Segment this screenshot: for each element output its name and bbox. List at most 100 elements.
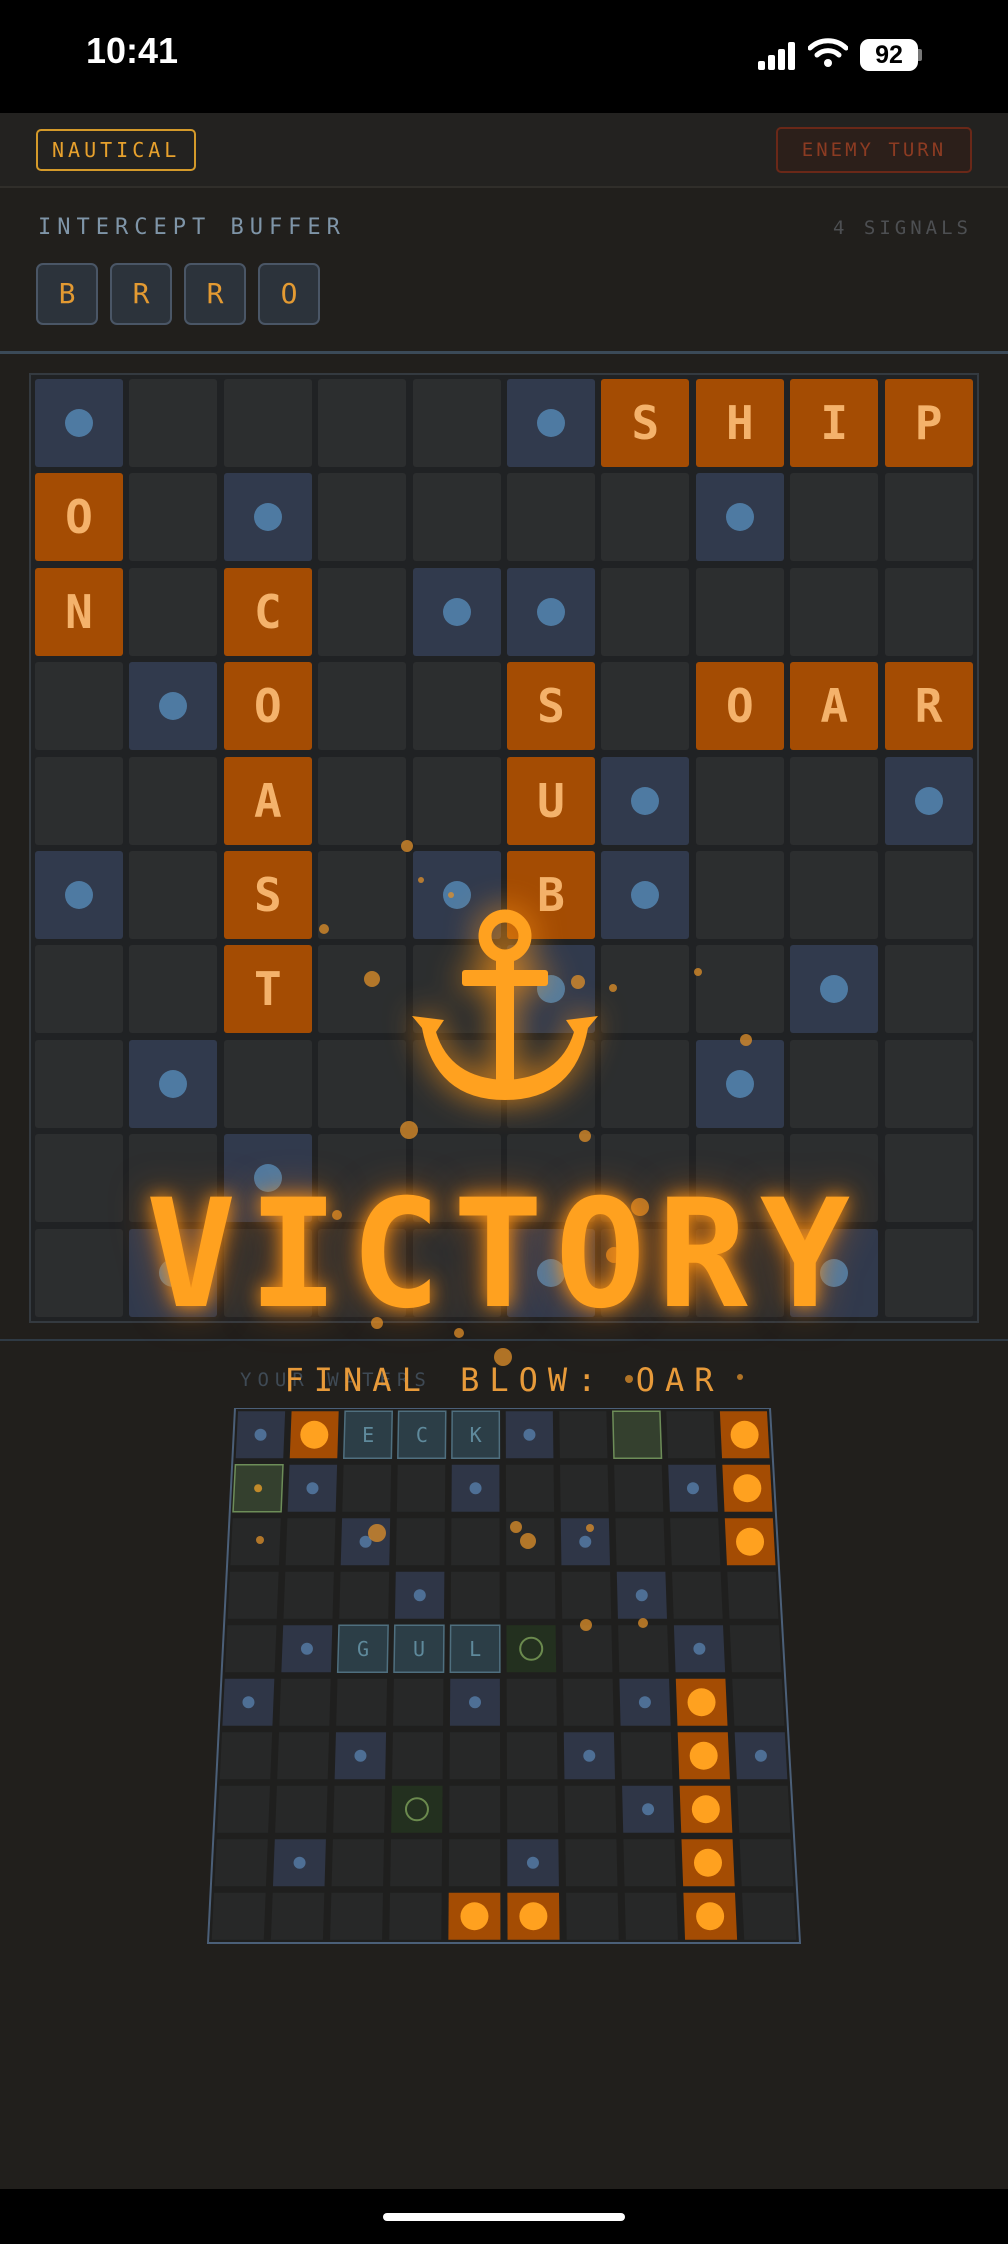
- miss-marker: [725, 1069, 754, 1098]
- board-cell-empty[interactable]: [790, 1039, 879, 1128]
- own-cell-empty: [506, 1518, 555, 1566]
- miss-marker: [631, 786, 660, 815]
- board-cell-hit[interactable]: I: [790, 379, 879, 467]
- board-cell-empty[interactable]: [884, 945, 973, 1034]
- board-cell-empty[interactable]: [318, 567, 407, 656]
- buffer-letter[interactable]: B: [36, 263, 98, 325]
- board-cell-empty[interactable]: [412, 756, 501, 845]
- board-cell-empty[interactable]: [412, 662, 501, 751]
- battery-icon: 92: [860, 39, 918, 71]
- board-cell-empty[interactable]: [601, 662, 690, 751]
- board-cell-empty[interactable]: [318, 662, 407, 751]
- board-cell-miss[interactable]: [601, 756, 690, 845]
- board-cell-miss[interactable]: [507, 567, 595, 656]
- board-cell-empty[interactable]: [35, 756, 123, 845]
- own-cell-empty: [270, 1892, 325, 1940]
- board-cell-hit[interactable]: O: [223, 662, 312, 751]
- board-cell-miss[interactable]: [507, 379, 595, 467]
- board-cell-empty[interactable]: [884, 567, 973, 656]
- board-cell-empty[interactable]: [129, 379, 218, 467]
- board-cell-empty[interactable]: [129, 473, 218, 562]
- board-cell-empty[interactable]: [318, 379, 407, 467]
- board-cell-empty[interactable]: [35, 662, 123, 751]
- board-cell-hit[interactable]: N: [35, 567, 123, 656]
- board-cell-miss[interactable]: [790, 945, 879, 1034]
- board-cell-hit[interactable]: O: [695, 662, 784, 751]
- board-cell-hit[interactable]: S: [601, 379, 690, 467]
- board-cell-miss[interactable]: [35, 851, 123, 939]
- miss-marker: [65, 409, 93, 437]
- board-cell-empty[interactable]: [884, 851, 973, 939]
- board-cell-empty[interactable]: [129, 567, 218, 656]
- miss-marker: [469, 1482, 482, 1495]
- board-cell-empty[interactable]: [790, 851, 879, 939]
- board-cell-empty[interactable]: [884, 473, 973, 562]
- board-cell-empty[interactable]: [695, 945, 784, 1034]
- hit-marker: [696, 1902, 725, 1931]
- board-cell-empty[interactable]: [790, 473, 879, 562]
- own-cell-empty: [620, 1732, 673, 1780]
- miss-marker: [686, 1482, 699, 1495]
- own-cell-empty: [737, 1785, 791, 1833]
- miss-marker: [693, 1642, 706, 1655]
- board-cell-empty[interactable]: [695, 851, 784, 939]
- buffer-letter[interactable]: R: [184, 263, 246, 325]
- board-cell-hit[interactable]: C: [223, 567, 312, 656]
- final-blow-text: FINAL BLOW: OAR: [284, 1361, 724, 1399]
- board-cell-miss[interactable]: [412, 567, 501, 656]
- board-cell-hit[interactable]: S: [507, 662, 595, 751]
- board-cell-empty[interactable]: [129, 945, 218, 1034]
- board-cell-hit[interactable]: T: [223, 945, 312, 1034]
- board-cell-hit[interactable]: S: [223, 851, 312, 939]
- board-cell-miss[interactable]: [884, 756, 973, 845]
- own-cell-empty: [448, 1839, 501, 1887]
- board-cell-miss[interactable]: [223, 473, 312, 562]
- board-cell-miss[interactable]: [695, 1039, 784, 1128]
- board-cell-hit[interactable]: P: [884, 379, 973, 467]
- miss-marker: [242, 1696, 255, 1709]
- board-cell-hit[interactable]: A: [790, 662, 879, 751]
- board-cell-hit[interactable]: A: [223, 756, 312, 845]
- board-cell-miss[interactable]: [601, 851, 690, 939]
- own-cell-empty: [230, 1518, 281, 1566]
- board-cell-empty[interactable]: [129, 851, 218, 939]
- board-cell-empty[interactable]: [318, 1039, 407, 1128]
- board-cell-hit[interactable]: U: [507, 756, 595, 845]
- board-cell-empty[interactable]: [318, 473, 407, 562]
- board-cell-empty[interactable]: [695, 567, 784, 656]
- board-cell-empty[interactable]: [601, 473, 690, 562]
- board-cell-miss[interactable]: [695, 473, 784, 562]
- game-screen: NAUTICAL ENEMY TURN INTERCEPT BUFFER 4 S…: [0, 113, 1008, 2189]
- board-cell-hit[interactable]: H: [695, 379, 784, 467]
- board-cell-empty[interactable]: [318, 945, 407, 1034]
- miss-marker: [159, 1069, 188, 1098]
- board-cell-empty[interactable]: [318, 756, 407, 845]
- own-cell-empty: [507, 1785, 559, 1833]
- home-indicator[interactable]: [383, 2213, 625, 2221]
- buffer-letter[interactable]: R: [110, 263, 172, 325]
- board-cell-empty[interactable]: [412, 473, 501, 562]
- own-cell-empty: [615, 1518, 666, 1566]
- own-cell-empty: [666, 1411, 716, 1459]
- buffer-letter[interactable]: O: [258, 263, 320, 325]
- board-cell-miss[interactable]: [35, 379, 123, 467]
- board-cell-empty[interactable]: [790, 756, 879, 845]
- board-cell-empty[interactable]: [35, 1039, 123, 1128]
- board-cell-miss[interactable]: [129, 662, 218, 751]
- board-cell-empty[interactable]: [601, 1039, 690, 1128]
- board-cell-empty[interactable]: [129, 756, 218, 845]
- board-cell-empty[interactable]: [601, 945, 690, 1034]
- board-cell-empty[interactable]: [507, 473, 595, 562]
- board-cell-empty[interactable]: [223, 379, 312, 467]
- board-cell-hit[interactable]: O: [35, 473, 123, 562]
- board-cell-empty[interactable]: [223, 1039, 312, 1128]
- board-cell-empty[interactable]: [695, 756, 784, 845]
- board-cell-empty[interactable]: [318, 851, 407, 939]
- board-cell-empty[interactable]: [412, 379, 501, 467]
- board-cell-miss[interactable]: [129, 1039, 218, 1128]
- board-cell-empty[interactable]: [35, 945, 123, 1034]
- board-cell-empty[interactable]: [601, 567, 690, 656]
- board-cell-hit[interactable]: R: [884, 662, 973, 751]
- board-cell-empty[interactable]: [884, 1039, 973, 1128]
- board-cell-empty[interactable]: [790, 567, 879, 656]
